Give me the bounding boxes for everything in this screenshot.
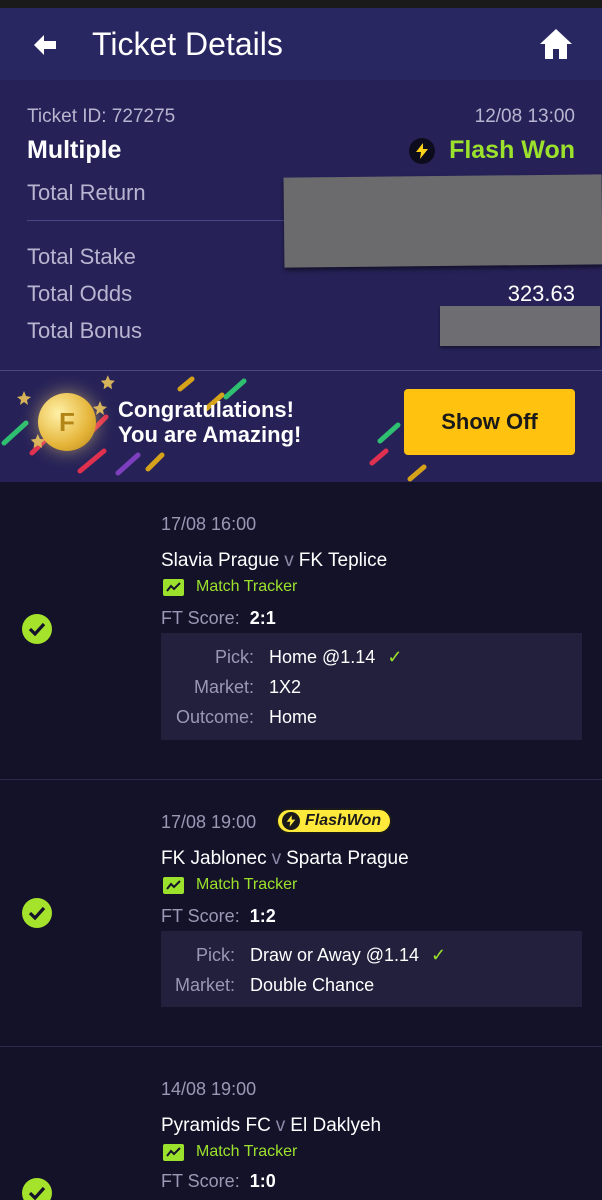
bet-date: 17/08 16:00 xyxy=(161,514,257,534)
flash-status: Flash Won xyxy=(409,136,575,165)
lightning-icon xyxy=(409,137,436,164)
total-stake-label: Total Stake xyxy=(27,244,136,269)
total-return-label: Total Return xyxy=(27,180,146,205)
app-bar: Ticket Details xyxy=(0,8,602,80)
lightning-icon xyxy=(282,812,300,830)
pick-text: Home @1.14 xyxy=(269,647,376,667)
coin-icon: F xyxy=(38,393,96,451)
match-tracker-link[interactable]: Match Tracker xyxy=(163,1143,297,1161)
ft-score: FT Score: 1:0 xyxy=(161,1171,276,1192)
pick-details: Pick: Draw or Away @1.14 ✓ Market: Double… xyxy=(161,931,582,1007)
market-label: Market: xyxy=(193,677,254,697)
match-tracker-icon xyxy=(163,1143,184,1161)
congrats-text: Congratulations! You are Amazing! xyxy=(118,397,301,447)
away-team: Sparta Prague xyxy=(286,848,409,869)
home-team: Slavia Prague xyxy=(161,550,280,571)
ticket-date: 12/08 13:00 xyxy=(474,106,575,127)
match-tracker-label: Match Tracker xyxy=(196,578,298,595)
match-tracker-icon xyxy=(163,578,184,596)
flash-won-label: FlashWon xyxy=(305,812,382,829)
show-off-button[interactable]: Show Off xyxy=(404,389,575,455)
total-odds-label: Total Odds xyxy=(27,281,133,306)
home-team: Pyramids FC xyxy=(161,1115,271,1136)
versus: v xyxy=(284,550,294,571)
match-tracker-label: Match Tracker xyxy=(196,876,298,893)
pick-label: Pick: xyxy=(214,647,254,667)
match-tracker-link[interactable]: Match Tracker xyxy=(163,876,297,894)
market-value: 1X2 xyxy=(269,677,302,697)
bet-item[interactable]: 17/08 19:00 FlashWon FK Jablonec v Sparta … xyxy=(0,780,602,1047)
pick-value: Home @1.14 ✓ xyxy=(269,647,402,668)
away-team: El Daklyeh xyxy=(290,1115,382,1136)
bet-date: 17/08 19:00 xyxy=(161,812,257,832)
pick-text: Draw or Away @1.14 xyxy=(250,945,420,965)
page-title: Ticket Details xyxy=(92,26,283,62)
ft-score-label: FT Score: xyxy=(161,906,240,926)
checkmark-icon: ✓ xyxy=(387,647,403,667)
home-team: FK Jablonec xyxy=(161,848,267,869)
bet-type: Multiple xyxy=(27,136,122,164)
check-circle-icon xyxy=(22,898,52,928)
match-tracker-icon xyxy=(163,876,184,894)
congrats-banner: F Congratulations! You are Amazing! Show… xyxy=(0,370,602,482)
ft-score-value: 2:1 xyxy=(249,608,276,628)
ft-score-label: FT Score: xyxy=(161,608,240,628)
ft-score-label: FT Score: xyxy=(161,1171,240,1191)
outcome-label: Outcome: xyxy=(175,707,254,727)
outcome-value: Home xyxy=(269,707,318,727)
checkmark-icon: ✓ xyxy=(431,945,447,965)
pick-value: Draw or Away @1.14 ✓ xyxy=(250,945,446,966)
match-teams: Pyramids FC v El Daklyeh xyxy=(161,1115,381,1137)
pick-label: Pick: xyxy=(195,945,235,965)
bet-item[interactable]: 17/08 16:00 Slavia Prague v FK Teplice Mat… xyxy=(0,482,602,780)
versus: v xyxy=(271,848,282,869)
congrats-line2: You are Amazing! xyxy=(118,422,302,447)
match-teams: FK Jablonec v Sparta Prague xyxy=(161,848,409,870)
ft-score: FT Score: 1:2 xyxy=(161,906,276,927)
market-label: Market: xyxy=(174,975,235,995)
bet-date: 14/08 19:00 xyxy=(161,1079,257,1099)
check-circle-icon xyxy=(22,1178,52,1200)
total-bonus-label: Total Bonus xyxy=(27,318,142,343)
match-tracker-label: Match Tracker xyxy=(196,1143,298,1160)
match-tracker-link[interactable]: Match Tracker xyxy=(163,578,297,596)
redaction-overlay xyxy=(283,174,602,268)
bet-item[interactable]: 14/08 19:00 Pyramids FC v El Daklyeh Match… xyxy=(0,1047,602,1200)
ft-score: FT Score: 2:1 xyxy=(161,608,276,629)
status-bar xyxy=(0,0,602,8)
total-odds-value: 323.63 xyxy=(507,281,575,306)
ft-score-value: 1:0 xyxy=(249,1171,276,1191)
versus: v xyxy=(275,1115,286,1136)
ticket-id: Ticket ID: 727275 xyxy=(27,106,176,127)
pick-details: Pick: Home @1.14 ✓ Market: 1X2 Outcome: H… xyxy=(161,633,582,740)
back-arrow-icon[interactable] xyxy=(30,30,60,60)
redaction-overlay xyxy=(440,306,600,346)
home-icon[interactable] xyxy=(538,26,574,62)
ft-score-value: 1:2 xyxy=(249,906,276,926)
away-team: FK Teplice xyxy=(298,550,388,571)
status-label: Flash Won xyxy=(449,136,575,164)
congrats-line1: Congratulations! xyxy=(118,397,294,422)
market-value: Double Chance xyxy=(250,975,375,995)
flash-won-badge: FlashWon xyxy=(276,808,393,834)
match-teams: Slavia Prague v FK Teplice xyxy=(161,550,387,572)
check-circle-icon xyxy=(22,614,52,644)
